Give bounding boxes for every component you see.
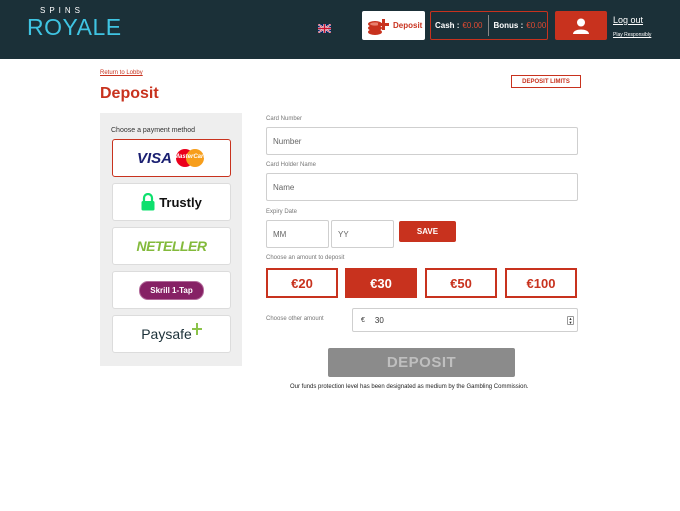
balance-divider	[488, 15, 490, 36]
user-icon	[573, 18, 589, 34]
payment-method-trustly[interactable]: Trustly	[112, 183, 231, 221]
card-number-input[interactable]: Number	[266, 127, 578, 155]
site-logo[interactable]: SPINS ROYALE	[27, 6, 121, 40]
other-amount-value: 30	[374, 315, 384, 325]
cash-label: Cash :	[435, 21, 460, 30]
trustly-logo: Trustly	[159, 194, 202, 210]
paysafe-logo: Paysafe	[141, 326, 192, 342]
deposit-limits-button[interactable]: DEPOSIT LIMITS	[511, 75, 581, 88]
card-holder-placeholder: Name	[273, 182, 295, 192]
expiry-month-placeholder: MM	[273, 229, 287, 239]
payment-method-neteller[interactable]: NETELLER	[112, 227, 231, 265]
neteller-logo: NETELLER	[136, 238, 207, 254]
paysafe-plus-icon	[191, 323, 202, 335]
mastercard-text: MasterCard	[174, 154, 208, 160]
return-to-lobby-link[interactable]: Return to Lobby	[100, 70, 143, 76]
other-amount-input[interactable]: € 30 ▲ ▼	[352, 308, 578, 332]
payment-methods-heading: Choose a payment method	[111, 127, 196, 134]
bonus-balance: Bonus : €0.00	[493, 21, 546, 30]
currency-symbol: €	[361, 316, 365, 324]
skrill-logo: Skrill 1-Tap	[139, 280, 204, 300]
bonus-value: €0.00	[526, 21, 547, 30]
card-number-label: Card Number	[266, 116, 303, 122]
visa-logo: VISA	[136, 149, 172, 167]
deposit-submit-button[interactable]: DEPOSIT	[328, 348, 515, 377]
account-button[interactable]	[555, 11, 607, 40]
balance-box: Cash : €0.00 Bonus : €0.00	[430, 11, 548, 40]
bonus-label: Bonus :	[493, 21, 524, 30]
play-responsibly-link[interactable]: Play Responsibly	[613, 32, 651, 38]
page-title: Deposit	[100, 85, 159, 102]
logo-main-text: ROYALE	[27, 14, 122, 40]
cash-balance: Cash : €0.00	[431, 21, 482, 30]
logout-link[interactable]: Log out	[613, 15, 643, 25]
amount-option-30[interactable]: €30	[345, 268, 417, 298]
funds-protection-note: Our funds protection level has been desi…	[290, 384, 529, 390]
uk-flag-icon[interactable]	[318, 24, 331, 33]
padlock-icon	[141, 193, 155, 211]
payment-method-paysafe[interactable]: Paysafe	[112, 315, 231, 353]
header-deposit-button[interactable]: Deposit	[362, 11, 425, 40]
amount-label: Choose an amount to deposit	[266, 255, 345, 261]
save-button[interactable]: SAVE	[399, 221, 456, 242]
payment-methods-panel: Choose a payment method VISA MasterCard …	[100, 113, 242, 366]
expiry-year-placeholder: YY	[338, 229, 349, 239]
expiry-month-input[interactable]: MM	[266, 220, 329, 248]
expiry-year-input[interactable]: YY	[331, 220, 394, 248]
expiry-date-label: Expiry Date	[266, 209, 298, 215]
cash-value: €0.00	[462, 21, 483, 30]
amount-option-100[interactable]: €100	[505, 268, 577, 298]
amount-spinner[interactable]: ▲ ▼	[567, 316, 574, 325]
amount-option-50[interactable]: €50	[425, 268, 497, 298]
amount-option-20[interactable]: €20	[266, 268, 338, 298]
card-holder-label: Card Holder Name	[266, 162, 317, 168]
mastercard-logo: MasterCard	[174, 148, 208, 168]
other-amount-label: Choose other amount	[266, 316, 324, 322]
header-deposit-label: Deposit	[393, 21, 423, 30]
coins-plus-icon	[368, 18, 389, 35]
payment-method-visa-mastercard[interactable]: VISA MasterCard	[112, 139, 231, 177]
payment-method-skrill[interactable]: Skrill 1-Tap	[112, 271, 231, 309]
top-header: SPINS ROYALE Deposit Cash : €0.00 Bonus …	[0, 0, 680, 59]
card-number-placeholder: Number	[273, 136, 302, 146]
card-holder-input[interactable]: Name	[266, 173, 578, 201]
